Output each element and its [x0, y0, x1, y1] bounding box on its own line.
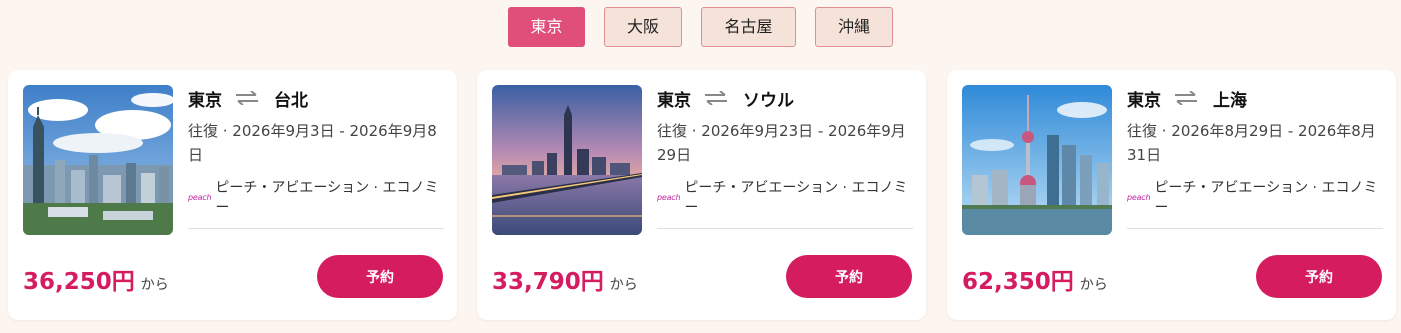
trip-dates: 往復 · 2026年9月3日 - 2026年9月8日 [188, 122, 437, 164]
flight-deal-card[interactable]: 東京 上海 往復 · 2026年8月29日 - 2026年8月31日 peach… [947, 70, 1396, 320]
price: 62,350円 から [962, 262, 1108, 296]
swap-arrows-icon [1175, 91, 1197, 105]
destination-photo-shanghai [962, 85, 1112, 235]
price: 36,250円 から [23, 262, 169, 296]
tab-osaka[interactable]: 大阪 [604, 7, 682, 47]
price-suffix: から [609, 277, 638, 293]
swap-arrows-icon [705, 91, 727, 105]
destination-tabs: 東京 大阪 名古屋 沖縄 [0, 7, 1401, 47]
peach-logo-icon: peach [657, 192, 681, 202]
price-suffix: から [1079, 277, 1108, 293]
price-amount: 33,790円 [492, 269, 604, 295]
trip-dates: 往復 · 2026年9月23日 - 2026年9月29日 [657, 122, 906, 164]
flight-info: 東京 台北 往復 · 2026年9月3日 - 2026年9月8日 peach ピ… [188, 85, 444, 217]
destination-city: 台北 [274, 90, 308, 111]
tab-nagoya[interactable]: 名古屋 [701, 7, 796, 47]
route: 東京 上海 [1127, 85, 1383, 111]
divider [657, 228, 913, 229]
route: 東京 台北 [188, 85, 444, 111]
airline-name: ピーチ・アビエーション · エコノミー [684, 180, 908, 216]
origin-city: 東京 [188, 90, 222, 111]
destination-city: 上海 [1213, 90, 1247, 111]
flight-deal-card[interactable]: 東京 ソウル 往復 · 2026年9月23日 - 2026年9月29日 peac… [477, 70, 926, 320]
divider [1127, 228, 1383, 229]
book-button[interactable]: 予約 [786, 255, 912, 298]
destination-photo-seoul [492, 85, 642, 235]
tab-tokyo[interactable]: 東京 [508, 7, 585, 47]
airline-row: peach ピーチ・アビエーション · エコノミー [188, 177, 444, 217]
airline-row: peach ピーチ・アビエーション · エコノミー [657, 177, 913, 217]
flight-deal-card[interactable]: 東京 台北 往復 · 2026年9月3日 - 2026年9月8日 peach ピ… [8, 70, 457, 320]
price-suffix: から [140, 277, 169, 293]
destination-city: ソウル [743, 90, 794, 111]
trip-dates: 往復 · 2026年8月29日 - 2026年8月31日 [1127, 122, 1376, 164]
airline-name: ピーチ・アビエーション · エコノミー [1154, 180, 1378, 216]
flight-info: 東京 上海 往復 · 2026年8月29日 - 2026年8月31日 peach… [1127, 85, 1383, 217]
book-button[interactable]: 予約 [1256, 255, 1382, 298]
divider [188, 228, 444, 229]
origin-city: 東京 [1127, 90, 1161, 111]
airline-name: ピーチ・アビエーション · エコノミー [215, 180, 439, 216]
destination-photo-taipei [23, 85, 173, 235]
route: 東京 ソウル [657, 85, 913, 111]
peach-logo-icon: peach [1127, 192, 1151, 202]
flight-info: 東京 ソウル 往復 · 2026年9月23日 - 2026年9月29日 peac… [657, 85, 913, 217]
book-button[interactable]: 予約 [317, 255, 443, 298]
peach-logo-icon: peach [188, 192, 212, 202]
price-amount: 36,250円 [23, 269, 135, 295]
price-amount: 62,350円 [962, 269, 1074, 295]
tab-okinawa[interactable]: 沖縄 [815, 7, 893, 47]
swap-arrows-icon [236, 91, 258, 105]
airline-row: peach ピーチ・アビエーション · エコノミー [1127, 177, 1383, 217]
price: 33,790円 から [492, 262, 638, 296]
origin-city: 東京 [657, 90, 691, 111]
